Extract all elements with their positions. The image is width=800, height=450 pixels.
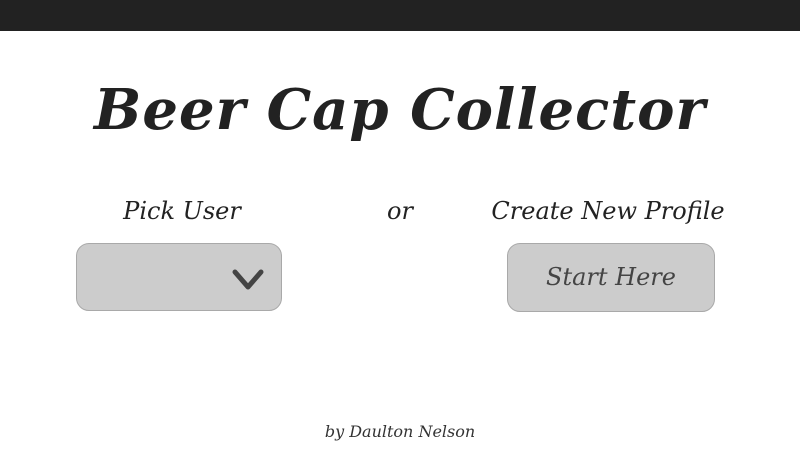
author-credit: by Daulton Nelson [324, 422, 476, 441]
pick-user-label: Pick User [123, 197, 241, 225]
create-profile-label: Create New Profile [491, 197, 725, 225]
start-here-button[interactable]: Start Here [507, 243, 715, 312]
chevron-down-icon [232, 269, 264, 290]
app-title: Beer Cap Collector [93, 77, 706, 143]
user-select-dropdown[interactable] [76, 243, 282, 311]
or-separator: or [387, 197, 413, 225]
top-bar [0, 0, 800, 31]
app-window: Beer Cap Collector Pick User or Create N… [0, 0, 800, 450]
